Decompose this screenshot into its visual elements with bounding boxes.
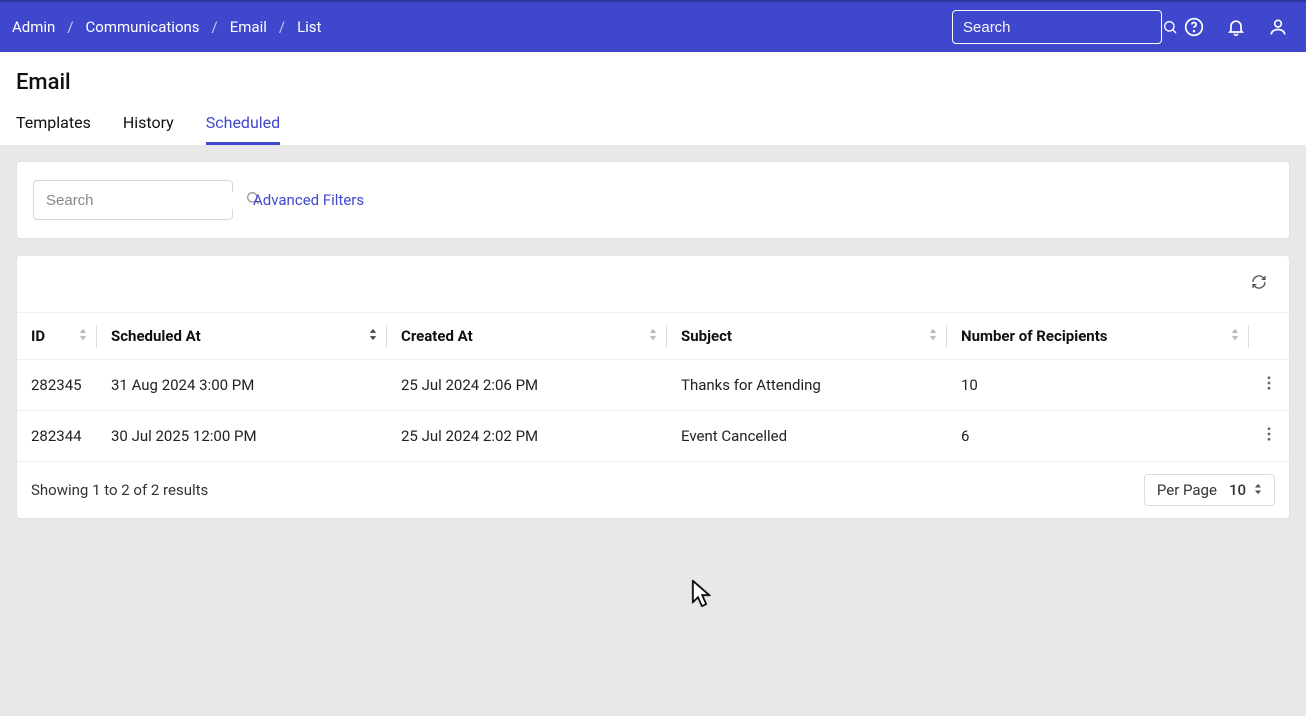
user-icon[interactable] (1268, 17, 1288, 37)
filter-panel: Advanced Filters (16, 161, 1290, 239)
breadcrumb-email[interactable]: Email (226, 18, 271, 36)
cell-scheduled-at: 31 Aug 2024 3:00 PM (97, 360, 387, 411)
tabs: Templates History Scheduled (16, 113, 1290, 145)
per-page-value: 10 (1229, 481, 1246, 499)
search-icon (1162, 17, 1178, 37)
cell-subject: Thanks for Attending (667, 360, 947, 411)
sort-icon (79, 327, 87, 345)
column-header-recipients[interactable]: Number of Recipients (947, 313, 1249, 360)
cell-recipients: 10 (947, 360, 1249, 411)
content: Advanced Filters ID (0, 145, 1306, 535)
table-row[interactable]: 282344 30 Jul 2025 12:00 PM 25 Jul 2024 … (17, 411, 1289, 462)
cell-id: 282344 (17, 411, 97, 462)
breadcrumb-separator: / (271, 18, 293, 36)
column-header-id[interactable]: ID (17, 313, 97, 360)
cell-recipients: 6 (947, 411, 1249, 462)
advanced-filters-link[interactable]: Advanced Filters (253, 191, 364, 209)
page-header: Email Templates History Scheduled (0, 52, 1306, 145)
column-header-created-at[interactable]: Created At (387, 313, 667, 360)
cell-created-at: 25 Jul 2024 2:02 PM (387, 411, 667, 462)
kebab-icon (1267, 427, 1271, 445)
breadcrumb-separator: / (204, 18, 226, 36)
help-icon[interactable] (1184, 17, 1204, 37)
top-header: Admin / Communications / Email / List (0, 0, 1306, 52)
tab-scheduled[interactable]: Scheduled (206, 113, 280, 145)
chevron-sort-icon (1254, 481, 1262, 499)
sort-icon (369, 327, 377, 345)
column-label: Created At (401, 327, 473, 345)
page-title: Email (16, 70, 1290, 95)
sort-icon (649, 327, 657, 345)
kebab-icon (1267, 376, 1271, 394)
cell-created-at: 25 Jul 2024 2:06 PM (387, 360, 667, 411)
table-search-input[interactable] (46, 192, 245, 209)
per-page-label: Per Page (1157, 481, 1217, 499)
tab-history[interactable]: History (123, 113, 174, 145)
table-body: 282345 31 Aug 2024 3:00 PM 25 Jul 2024 2… (17, 360, 1289, 462)
table-header-row: ID Scheduled At Created (17, 313, 1289, 360)
filter-bar: Advanced Filters (17, 162, 1289, 238)
notifications-icon[interactable] (1226, 17, 1246, 37)
cell-id: 282345 (17, 360, 97, 411)
breadcrumb-admin[interactable]: Admin (8, 18, 59, 36)
cursor-icon (692, 580, 714, 612)
column-label: Subject (681, 327, 732, 345)
column-header-subject[interactable]: Subject (667, 313, 947, 360)
table-footer: Showing 1 to 2 of 2 results Per Page 10 (17, 462, 1289, 518)
header-actions (952, 10, 1288, 44)
column-header-scheduled-at[interactable]: Scheduled At (97, 313, 387, 360)
sort-icon (929, 327, 937, 345)
per-page-selector[interactable]: Per Page 10 (1144, 474, 1275, 506)
row-actions-button[interactable] (1249, 411, 1289, 462)
refresh-icon[interactable] (1251, 274, 1267, 294)
results-summary: Showing 1 to 2 of 2 results (31, 481, 208, 499)
breadcrumb-current: List (293, 18, 325, 36)
per-page-value-wrap: 10 (1229, 481, 1262, 499)
scheduled-emails-table: ID Scheduled At Created (17, 312, 1289, 462)
column-label: Scheduled At (111, 327, 201, 345)
cell-scheduled-at: 30 Jul 2025 12:00 PM (97, 411, 387, 462)
tab-templates[interactable]: Templates (16, 113, 91, 145)
table-row[interactable]: 282345 31 Aug 2024 3:00 PM 25 Jul 2024 2… (17, 360, 1289, 411)
global-search[interactable] (952, 10, 1162, 44)
breadcrumb: Admin / Communications / Email / List (8, 18, 325, 36)
table-search[interactable] (33, 180, 233, 220)
table-toolbar (17, 256, 1289, 312)
breadcrumb-separator: / (59, 18, 81, 36)
column-label: Number of Recipients (961, 327, 1108, 345)
row-actions-button[interactable] (1249, 360, 1289, 411)
sort-icon (1231, 327, 1239, 345)
global-search-input[interactable] (963, 19, 1162, 36)
column-label: ID (31, 327, 45, 345)
cell-subject: Event Cancelled (667, 411, 947, 462)
table-panel: ID Scheduled At Created (16, 255, 1290, 519)
breadcrumb-communications[interactable]: Communications (82, 18, 204, 36)
column-header-actions (1249, 313, 1289, 360)
